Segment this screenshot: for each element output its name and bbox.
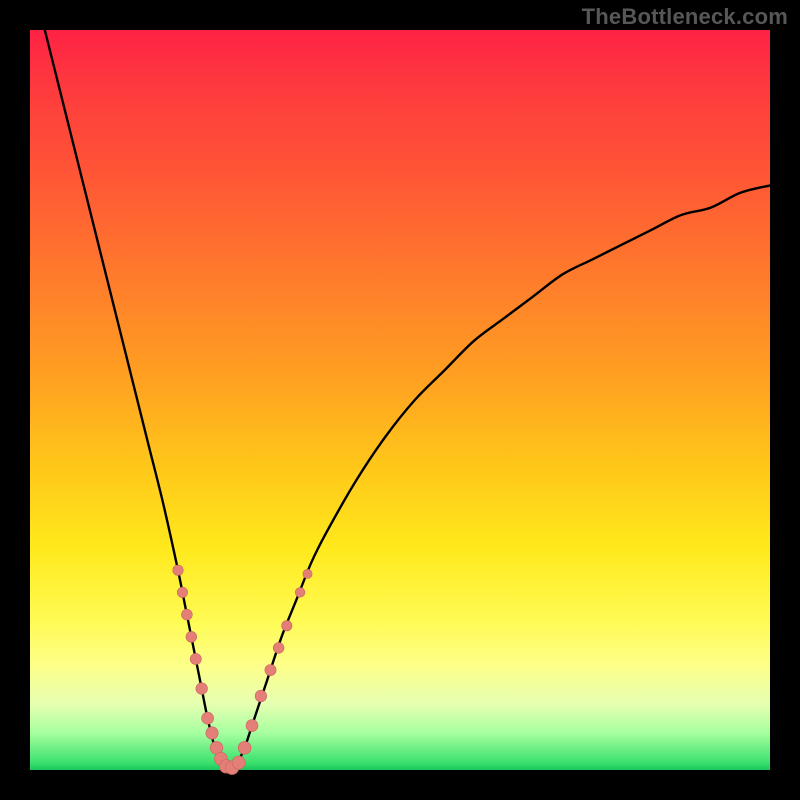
curve-marker xyxy=(282,621,292,631)
curve-marker xyxy=(232,756,245,769)
plot-area xyxy=(30,30,770,770)
curve-marker xyxy=(186,631,197,642)
curve-marker xyxy=(295,588,305,598)
curve-marker xyxy=(273,643,284,654)
curve-marker xyxy=(202,712,214,724)
curve-marker xyxy=(190,653,201,664)
curve-marker xyxy=(196,683,208,695)
curve-svg xyxy=(30,30,770,770)
curve-markers xyxy=(173,565,312,775)
bottleneck-curve xyxy=(45,30,770,770)
curve-marker xyxy=(206,727,218,739)
curve-marker xyxy=(255,690,267,702)
chart-frame: TheBottleneck.com xyxy=(0,0,800,800)
curve-marker xyxy=(238,741,251,754)
curve-marker xyxy=(246,720,258,732)
curve-marker xyxy=(303,569,312,578)
watermark-text: TheBottleneck.com xyxy=(582,4,788,30)
curve-marker xyxy=(265,665,276,676)
curve-marker xyxy=(181,609,192,620)
curve-marker xyxy=(173,565,183,575)
curve-marker xyxy=(177,587,187,597)
